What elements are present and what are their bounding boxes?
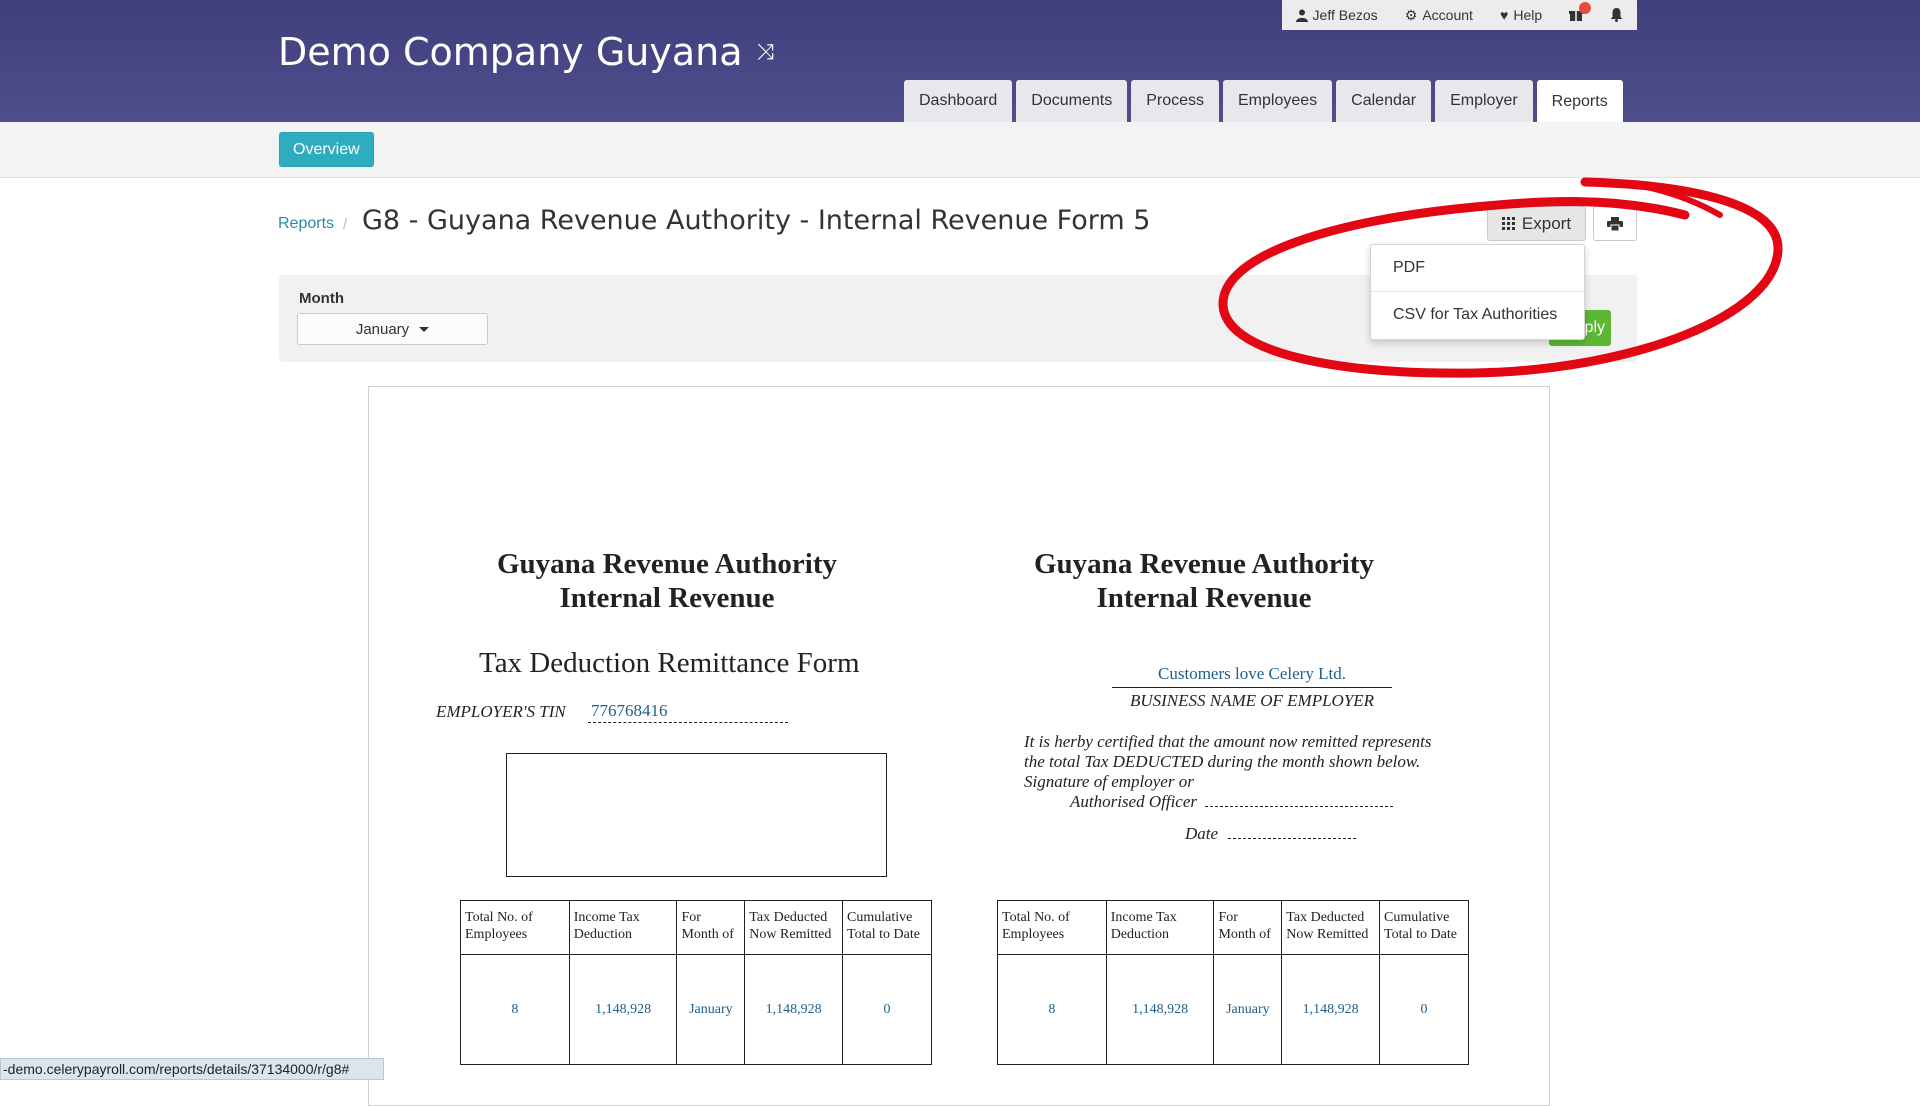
user-menu[interactable]: Jeff Bezos — [1295, 7, 1378, 23]
table-row: 8 1,148,928 January 1,148,928 0 — [997, 954, 1469, 1065]
cell-month: January — [676, 954, 746, 1065]
cert-line-4: Authorised Officer — [1070, 792, 1198, 811]
tab-employees[interactable]: Employees — [1223, 80, 1333, 122]
certification-text: It is herby certified that the amount no… — [1024, 732, 1494, 812]
left-authority-heading: Guyana Revenue Authority Internal Revenu… — [487, 547, 847, 615]
form-title: Tax Deduction Remittance Form — [479, 647, 860, 679]
month-label: Month — [299, 290, 344, 307]
user-topbar: Jeff Bezos ⚙ Account ♥ Help — [1282, 0, 1637, 30]
sub-navigation: Overview — [0, 122, 1920, 178]
export-pdf-option[interactable]: PDF — [1371, 245, 1584, 291]
export-csv-option[interactable]: CSV for Tax Authorities — [1371, 292, 1584, 338]
cell-income-tax: 1,148,928 — [568, 954, 678, 1065]
print-icon — [1607, 216, 1623, 231]
gift-button[interactable] — [1569, 2, 1592, 22]
signature-dotted-line — [1205, 795, 1394, 807]
stamp-box — [506, 753, 887, 877]
month-select[interactable]: January — [297, 313, 488, 345]
col-tax-remitted: Tax Deducted Now Remitted — [1281, 900, 1381, 955]
user-icon — [1295, 9, 1308, 22]
col-month: For Month of — [676, 900, 746, 955]
date-row: Date — [1185, 824, 1357, 844]
export-label: Export — [1521, 213, 1572, 233]
bell-icon — [1610, 8, 1623, 22]
left-authority-line2: Internal Revenue — [559, 582, 775, 614]
date-dotted-line — [1228, 827, 1357, 839]
main-nav-tabs: Dashboard Documents Process Employees Ca… — [904, 80, 1623, 123]
business-name-label: BUSINESS NAME OF EMPLOYER — [1129, 691, 1375, 710]
cert-line-3: Signature of employer or — [1024, 772, 1194, 791]
notifications-button[interactable] — [1610, 8, 1623, 22]
shuffle-icon[interactable]: ⤨ — [757, 40, 775, 65]
grid-icon — [1501, 217, 1515, 230]
cell-income-tax: 1,148,928 — [1105, 954, 1215, 1065]
status-bar-url: -demo.celerypayroll.com/reports/details/… — [0, 1058, 384, 1080]
page-title: G8 - Guyana Revenue Authority - Internal… — [362, 205, 1151, 236]
account-label: Account — [1422, 7, 1473, 23]
left-authority-line1: Guyana Revenue Authority — [497, 548, 837, 580]
col-employees: Total No. of Employees — [460, 900, 570, 955]
right-authority-heading: Guyana Revenue Authority Internal Revenu… — [1024, 547, 1384, 615]
right-authority-line1: Guyana Revenue Authority — [1034, 548, 1374, 580]
tab-calendar[interactable]: Calendar — [1336, 80, 1432, 122]
cert-signature-row: Authorised Officer — [1024, 792, 1494, 812]
breadcrumb-reports[interactable]: Reports — [278, 215, 334, 233]
cell-month: January — [1213, 954, 1283, 1065]
col-cumulative: Cumulative Total to Date — [1379, 900, 1469, 955]
company-name: Demo Company Guyana — [278, 30, 743, 74]
export-dropdown-menu: PDF CSV for Tax Authorities — [1370, 244, 1585, 340]
table-row: 8 1,148,928 January 1,148,928 0 — [460, 954, 932, 1065]
tab-dashboard[interactable]: Dashboard — [904, 80, 1013, 122]
col-cumulative: Cumulative Total to Date — [842, 900, 932, 955]
business-name: Customers love Celery Ltd. — [1112, 664, 1392, 688]
cell-employees: 8 — [460, 954, 570, 1065]
col-employees: Total No. of Employees — [997, 900, 1107, 955]
table-header-row: Total No. of Employees Income Tax Deductio… — [997, 900, 1469, 955]
export-button[interactable]: Export — [1487, 206, 1586, 241]
col-income-tax: Income Tax Deduction — [568, 900, 678, 955]
cell-cumulative: 0 — [842, 954, 932, 1065]
tab-documents[interactable]: Documents — [1016, 80, 1128, 122]
heart-icon: ♥ — [1500, 7, 1509, 23]
date-label: Date — [1185, 824, 1219, 843]
cell-tax-remitted: 1,148,928 — [744, 954, 844, 1065]
company-switcher[interactable]: Demo Company Guyana ⤨ — [278, 30, 774, 74]
left-remittance-table: Total No. of Employees Income Tax Deductio… — [460, 900, 932, 1065]
col-income-tax: Income Tax Deduction — [1105, 900, 1215, 955]
tab-employer[interactable]: Employer — [1435, 80, 1533, 122]
account-link[interactable]: ⚙ Account — [1405, 7, 1473, 24]
col-month: For Month of — [1213, 900, 1283, 955]
report-document: Guyana Revenue Authority Internal Revenu… — [368, 386, 1550, 1106]
help-label: Help — [1513, 7, 1543, 23]
tab-process[interactable]: Process — [1131, 80, 1219, 122]
cell-tax-remitted: 1,148,928 — [1281, 954, 1381, 1065]
cert-line-1: It is herby certified that the amount no… — [1024, 732, 1432, 751]
cell-employees: 8 — [997, 954, 1107, 1065]
month-value: January — [355, 320, 410, 338]
right-remittance-table: Total No. of Employees Income Tax Deductio… — [997, 900, 1469, 1065]
cert-line-2: the total Tax DEDUCTED during the month … — [1024, 752, 1421, 771]
notification-dot — [1579, 2, 1592, 14]
print-button[interactable] — [1593, 206, 1637, 241]
employer-tin-value: 776768416 — [588, 701, 788, 723]
tab-reports[interactable]: Reports — [1536, 80, 1623, 123]
user-name: Jeff Bezos — [1312, 7, 1378, 23]
breadcrumb-separator: / — [343, 216, 348, 233]
overview-button[interactable]: Overview — [279, 132, 374, 167]
caret-down-icon — [419, 326, 430, 332]
employer-tin-label: EMPLOYER'S TIN — [436, 702, 566, 721]
help-link[interactable]: ♥ Help — [1500, 7, 1542, 23]
gear-icon: ⚙ — [1404, 6, 1418, 23]
table-header-row: Total No. of Employees Income Tax Deductio… — [460, 900, 932, 955]
cell-cumulative: 0 — [1379, 954, 1469, 1065]
right-authority-line2: Internal Revenue — [1096, 582, 1312, 614]
app-header: Demo Company Guyana ⤨ Jeff Bezos ⚙ Accou… — [0, 0, 1920, 123]
col-tax-remitted: Tax Deducted Now Remitted — [744, 900, 844, 955]
